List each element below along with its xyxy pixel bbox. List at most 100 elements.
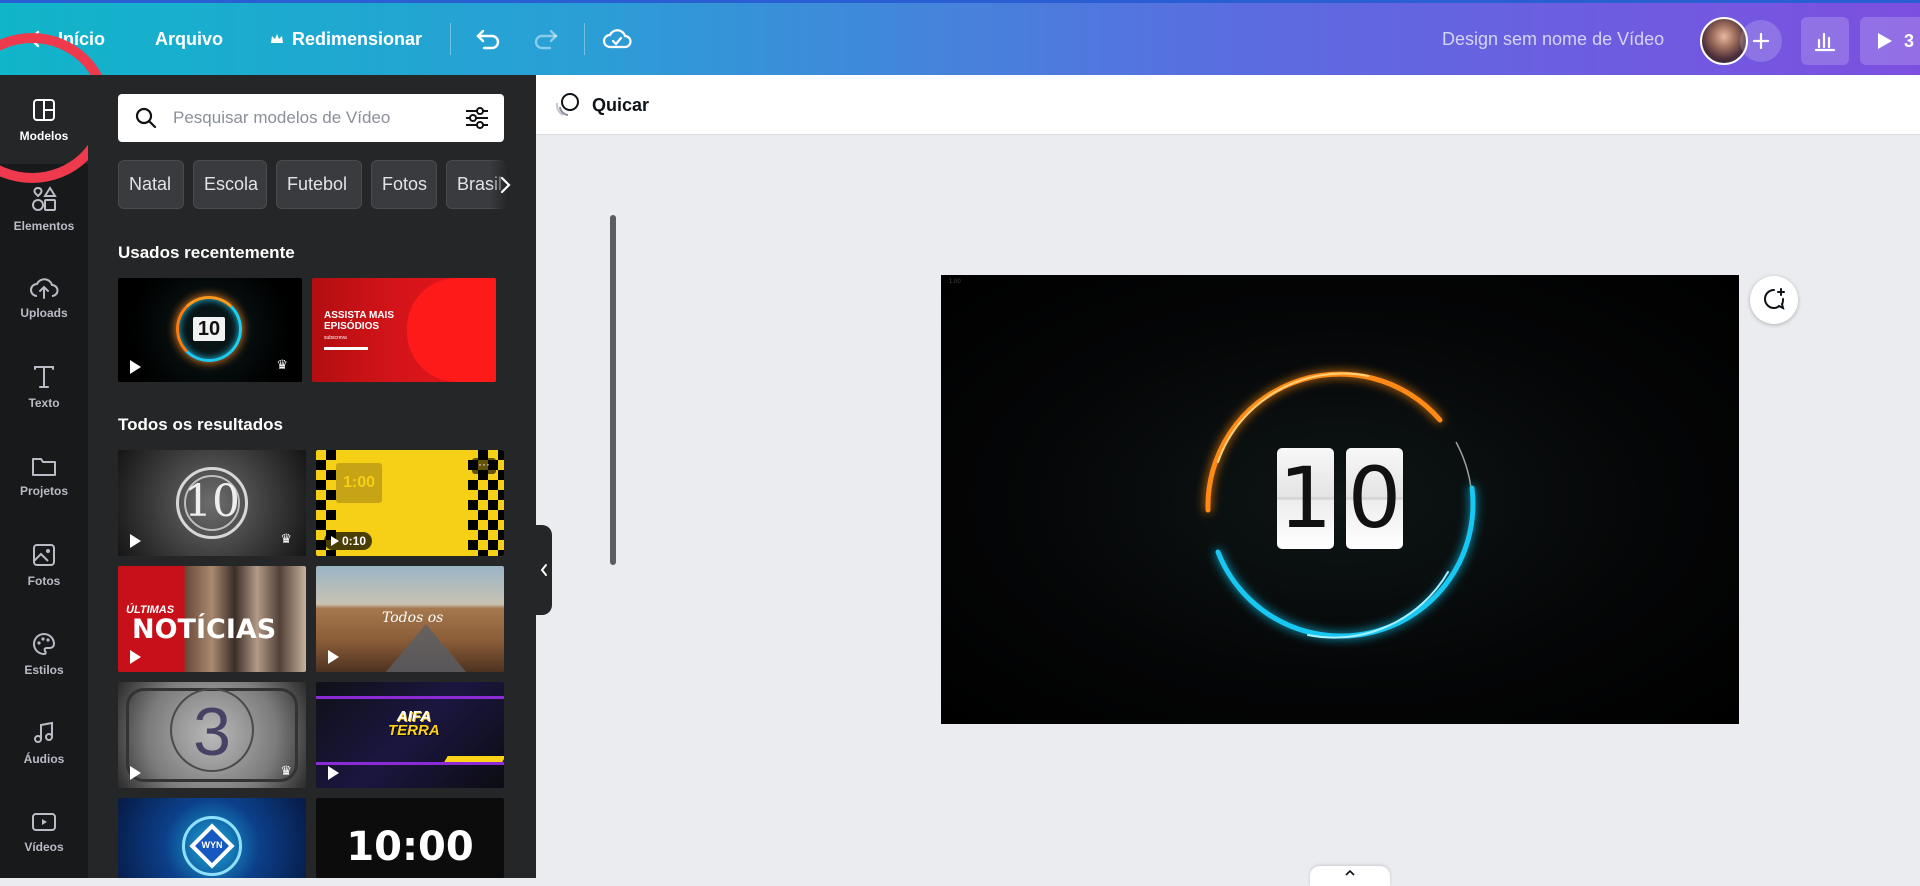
template-thumb[interactable]: WYN	[118, 798, 306, 878]
gaming-text: AIFA TERRA	[388, 709, 440, 738]
rail-label: Fotos	[27, 573, 61, 588]
rail-item-photos[interactable]: Fotos	[0, 520, 88, 609]
rail-label: Uploads	[20, 305, 68, 320]
rail-item-uploads[interactable]: Uploads	[0, 253, 88, 342]
rail-label: Vídeos	[24, 839, 64, 854]
collapse-panel-button[interactable]	[536, 525, 552, 615]
file-menu-button[interactable]: Arquivo	[155, 3, 223, 75]
scrollbar[interactable]	[610, 215, 616, 565]
top-bar: Início Arquivo Redimensionar Design sem …	[0, 0, 1920, 75]
template-thumb[interactable]: AIFA TERRA	[316, 682, 504, 788]
chip-futebol[interactable]: Futebol	[276, 160, 362, 209]
chevron-left-icon	[540, 564, 547, 576]
animate-icon	[555, 93, 579, 116]
search-box[interactable]: Pesquisar modelos de Vídeo	[118, 94, 504, 142]
templates-panel: Pesquisar modelos de Vídeo Natal Escola …	[88, 75, 616, 878]
template-thumb[interactable]: Todos os	[316, 566, 504, 672]
stripe	[316, 696, 504, 699]
template-thumb[interactable]: 10 ♛	[118, 278, 302, 382]
template-thumb[interactable]: ÚLTIMAS NOTÍCIAS	[118, 566, 306, 672]
chevron-up-icon	[1345, 869, 1355, 876]
road	[386, 624, 466, 672]
rail-item-audio[interactable]: Áudios	[0, 698, 88, 787]
play-icon	[130, 360, 141, 374]
promo-line-1: ASSISTA MAIS	[324, 310, 395, 321]
results-title: Todos os resultados	[118, 415, 283, 434]
undo-icon	[476, 29, 500, 50]
add-comment-button[interactable]	[1750, 276, 1798, 324]
road-text: Todos os	[382, 610, 444, 626]
bar-chart-icon	[1814, 32, 1836, 52]
template-thumb[interactable]: 10 ♛	[118, 450, 306, 556]
crown-icon: ♛	[276, 357, 288, 372]
comment-plus-icon	[1764, 288, 1785, 310]
rail-label: Áudios	[23, 751, 65, 766]
search-input[interactable]: Pesquisar modelos de Vídeo	[173, 94, 390, 142]
play-icon	[331, 536, 339, 546]
text-icon	[34, 365, 54, 388]
design-title[interactable]: Design sem nome de Vídeo	[1442, 3, 1664, 75]
duration-text: 0:10	[342, 534, 367, 548]
promo-text: ASSISTA MAIS EPISÓDIOS	[324, 310, 394, 332]
palette-icon	[33, 632, 56, 655]
recent-title: Usados recentemente	[118, 243, 295, 262]
flip-digit-1: 1	[1277, 448, 1334, 549]
glow-ring	[1205, 371, 1476, 639]
resize-button[interactable]: Redimensionar	[270, 3, 422, 75]
crown-icon: ♛	[280, 531, 292, 546]
side-rail: Modelos Elementos Uploads Texto Projetos…	[0, 75, 88, 878]
more-icon[interactable]: ···	[472, 458, 496, 474]
add-collaborator-button[interactable]	[1740, 20, 1782, 62]
rail-label: Texto	[28, 395, 60, 410]
film-number: 10	[184, 476, 240, 527]
rail-item-text[interactable]: Texto	[0, 342, 88, 431]
countdown-text: 10	[193, 317, 225, 341]
time-box: 1:00	[336, 463, 382, 503]
template-thumb[interactable]: 1:00 0:10 ···	[316, 450, 504, 556]
resize-label: Redimensionar	[292, 28, 423, 49]
rail-item-projects[interactable]: Projetos	[0, 431, 88, 520]
filter-icon[interactable]	[464, 106, 490, 130]
cloud-check-icon	[602, 29, 632, 49]
play-icon	[130, 534, 141, 548]
search-icon	[135, 107, 157, 129]
folder-icon	[32, 457, 56, 476]
present-label: 3	[1904, 30, 1915, 51]
plus-icon	[1752, 32, 1770, 50]
rail-label: Projetos	[19, 483, 68, 498]
chips-next-button[interactable]	[490, 160, 520, 209]
template-thumb[interactable]: 3 ♛	[118, 682, 306, 788]
cloud-save-button[interactable]	[602, 3, 632, 75]
chip-escola[interactable]: Escola	[193, 160, 267, 209]
timeline-toggle[interactable]	[1310, 866, 1390, 886]
rail-item-styles[interactable]: Estilos	[0, 609, 88, 698]
insights-button[interactable]	[1801, 17, 1849, 65]
rail-item-videos[interactable]: Vídeos	[0, 787, 88, 876]
rail-label: Estilos	[24, 662, 64, 677]
template-thumb[interactable]: 10:00	[316, 798, 504, 878]
animation-button[interactable]: Quicar	[554, 91, 649, 119]
music-icon	[34, 721, 53, 743]
redo-icon	[534, 29, 558, 50]
flip-digit-2: 0	[1346, 448, 1403, 549]
clock-time: 10:00	[346, 824, 474, 870]
redo-button[interactable]	[532, 3, 560, 75]
shape	[407, 278, 496, 382]
underline	[324, 347, 368, 350]
file-label: Arquivo	[155, 28, 224, 49]
undo-button[interactable]	[474, 3, 502, 75]
stripe	[316, 762, 504, 765]
present-button[interactable]: 3	[1860, 17, 1920, 65]
video-icon	[32, 812, 56, 831]
crown-icon: ♛	[280, 763, 292, 778]
chip-fotos[interactable]: Fotos	[371, 160, 437, 209]
image-icon	[33, 543, 55, 566]
template-thumb[interactable]: ASSISTA MAIS EPISÓDIOS subscreva	[312, 278, 496, 382]
chip-natal[interactable]: Natal	[118, 160, 184, 209]
play-icon	[328, 766, 339, 780]
rail-label: Elementos	[13, 218, 75, 233]
play-icon	[328, 650, 339, 664]
animation-label: Quicar	[592, 94, 650, 115]
crown-icon	[271, 34, 283, 43]
canvas-toolbar: Quicar	[536, 75, 1920, 135]
